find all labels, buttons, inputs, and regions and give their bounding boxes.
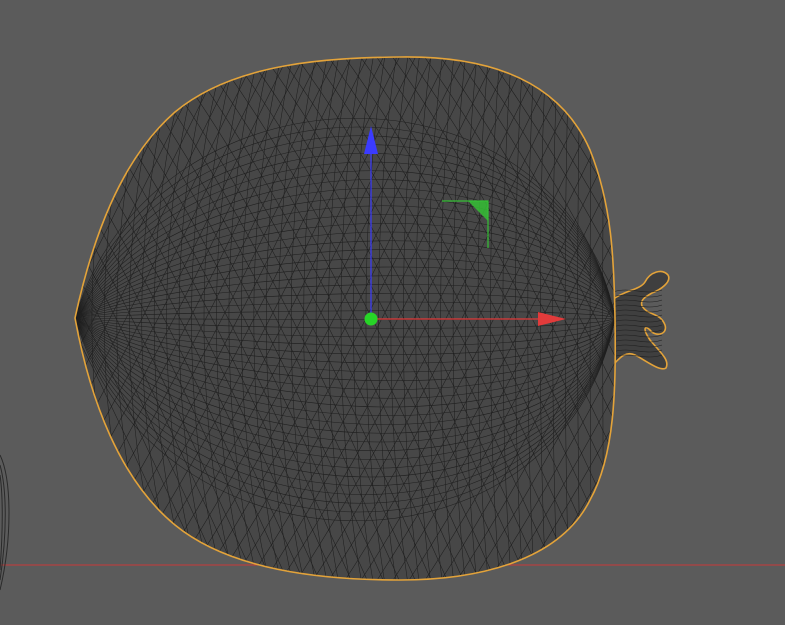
wire-edge [0,40,56,600]
wire-edge [684,40,785,600]
fruit-mesh-object[interactable] [0,40,785,600]
wire-edge [652,40,785,600]
wire-edge [668,40,785,600]
gizmo-center[interactable] [364,312,378,326]
viewport-canvas[interactable] [0,0,785,625]
object-stem[interactable] [611,270,670,370]
wire-edge [0,40,56,600]
wire-edge [668,40,785,600]
3d-viewport[interactable] [0,0,785,625]
wire-edge [0,40,40,600]
wire-edge [0,40,72,600]
wire-edge [0,40,40,600]
wire-edge [684,40,785,600]
partial-object-left[interactable] [0,454,10,591]
wire-edge [652,40,785,600]
wire-edge [0,40,72,600]
